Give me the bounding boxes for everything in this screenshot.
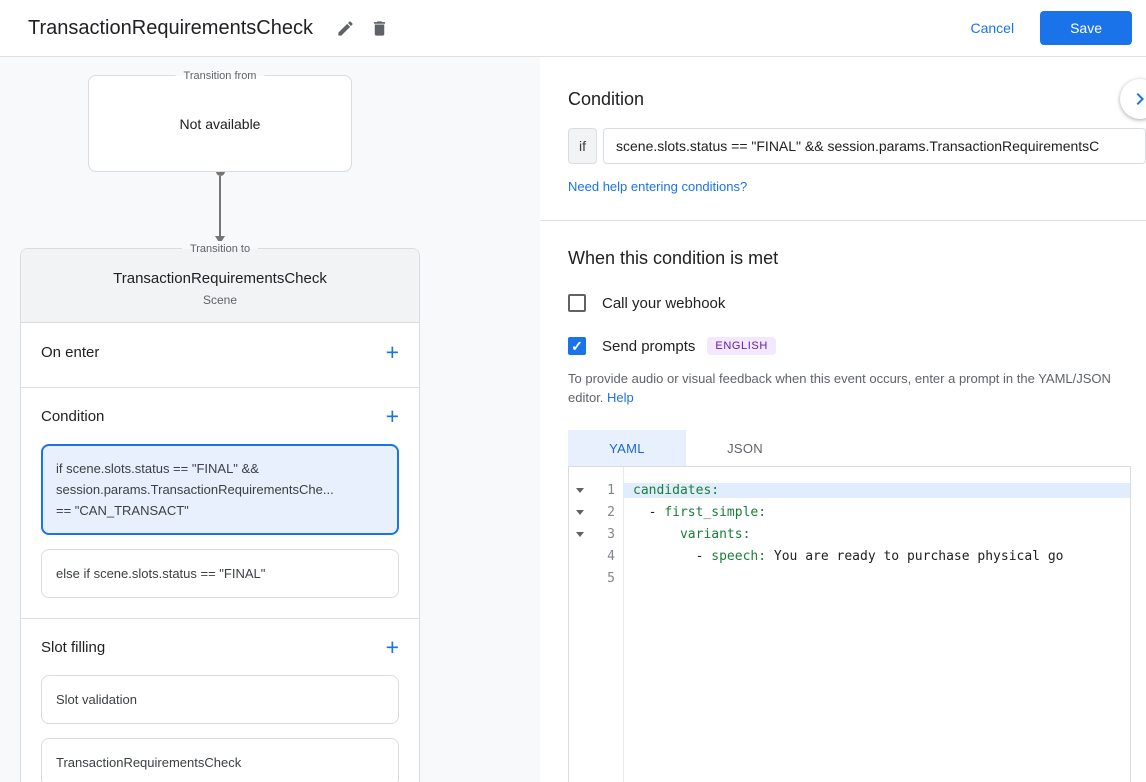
- when-met-heading: When this condition is met: [568, 248, 779, 268]
- app-root: TransactionRequirementsCheck Cancel Save…: [0, 0, 1146, 782]
- title-group: TransactionRequirementsCheck: [28, 11, 397, 45]
- editor-line[interactable]: 2 - first_simple:: [569, 501, 1130, 523]
- code-editor[interactable]: 1 candidates: 2 - first_simple: 3 variants:…: [568, 466, 1131, 782]
- line-number: 3: [607, 526, 615, 542]
- transition-arrow: [88, 167, 352, 244]
- yaml-key-token: first_simple:: [664, 504, 767, 520]
- condition-item[interactable]: else if scene.slots.status == "FINAL": [41, 549, 399, 598]
- webhook-checkbox[interactable]: [568, 294, 586, 312]
- editor-line-list: 1 candidates: 2 - first_simple: 3 variants:…: [569, 479, 1130, 589]
- transition-to-card: Transition to TransactionRequirementsChe…: [20, 241, 420, 782]
- save-button[interactable]: Save: [1040, 11, 1132, 45]
- on-enter-section: On enter +: [21, 323, 419, 388]
- editor-tabs: YAML JSON: [568, 430, 1146, 466]
- transition-from-label: Transition from: [175, 68, 265, 84]
- delete-scene-button[interactable]: [363, 11, 397, 45]
- prompt-hint-text: To provide audio or visual feedback when…: [568, 371, 1111, 405]
- edit-title-button[interactable]: [329, 11, 363, 45]
- collapse-panel-button[interactable]: [1120, 79, 1146, 119]
- chevron-right-icon: [1136, 93, 1144, 105]
- yaml-key-token: candidates:: [633, 482, 720, 498]
- code-line-content[interactable]: candidates:: [623, 482, 1130, 498]
- language-badge: ENGLISH: [707, 337, 776, 355]
- webhook-label: Call your webhook: [602, 294, 726, 312]
- conditions-help-link[interactable]: Need help entering conditions?: [568, 179, 747, 194]
- section-divider: [540, 220, 1146, 221]
- trash-icon: [374, 20, 386, 36]
- condition-expression-row: if: [568, 128, 1146, 164]
- send-prompts-label: Send prompts: [602, 337, 696, 355]
- editor-line[interactable]: 5: [569, 567, 1130, 589]
- add-slot-button[interactable]: +: [386, 635, 399, 659]
- code-line-content[interactable]: variants:: [623, 527, 1130, 542]
- scene-title: TransactionRequirementsCheck: [113, 270, 327, 287]
- condition-input[interactable]: [603, 128, 1146, 164]
- editor-line[interactable]: 3 variants:: [569, 523, 1130, 545]
- condition-item-list: if scene.slots.status == "FINAL" && sess…: [41, 444, 399, 598]
- prompt-hint: To provide audio or visual feedback when…: [568, 369, 1146, 407]
- cancel-button[interactable]: Cancel: [970, 20, 1014, 36]
- code-line-content[interactable]: - speech: You are ready to purchase phys…: [623, 549, 1130, 564]
- slot-filling-section: Slot filling + Slot validation Transactio…: [21, 619, 419, 782]
- scene-subtitle: Scene: [202, 293, 238, 307]
- condition-panel: Condition if Need help entering conditio…: [540, 57, 1146, 782]
- slot-filling-item[interactable]: TransactionRequirementsCheck: [41, 738, 399, 782]
- condition-heading: Condition: [568, 89, 645, 109]
- fold-toggle[interactable]: [569, 531, 591, 537]
- scene-graph-pane: Transition from Not available Transition…: [0, 57, 540, 782]
- fold-arrow-icon[interactable]: [576, 487, 584, 493]
- if-label: if: [568, 128, 597, 164]
- add-on-enter-button[interactable]: +: [386, 340, 399, 364]
- fold-toggle[interactable]: [569, 509, 591, 515]
- scene-card-header[interactable]: TransactionRequirementsCheck Scene: [21, 249, 419, 323]
- top-bar: TransactionRequirementsCheck Cancel Save: [0, 0, 1146, 57]
- on-enter-label: On enter: [41, 343, 100, 361]
- condition-section-label: Condition: [41, 407, 105, 425]
- slot-filling-item[interactable]: Slot validation: [41, 675, 399, 724]
- main-split: Transition from Not available Transition…: [0, 57, 1146, 782]
- line-number: 4: [607, 548, 615, 564]
- help-link[interactable]: Help: [607, 390, 634, 405]
- yaml-text-token: [633, 527, 680, 542]
- yaml-text-token: -: [633, 504, 665, 520]
- line-number: 2: [607, 504, 615, 520]
- fold-arrow-icon[interactable]: [576, 531, 584, 537]
- slot-filling-label: Slot filling: [41, 638, 106, 656]
- arrow-line: [219, 176, 221, 236]
- webhook-row[interactable]: Call your webhook: [568, 294, 1146, 312]
- fold-arrow-icon[interactable]: [576, 509, 584, 515]
- slot-item-list: Slot validation TransactionRequirementsCh…: [41, 675, 399, 782]
- fold-toggle[interactable]: [569, 487, 591, 493]
- transition-from-value: Not available: [179, 115, 261, 132]
- send-prompts-checkbox[interactable]: ✓: [568, 337, 586, 355]
- pencil-icon: [338, 20, 354, 36]
- yaml-text-token: -: [633, 548, 712, 564]
- send-prompts-row[interactable]: ✓ Send prompts ENGLISH: [568, 337, 1146, 355]
- line-number: 1: [607, 482, 615, 498]
- editor-line[interactable]: 1 candidates:: [569, 479, 1130, 501]
- yaml-text-token: You are ready to purchase physical go: [766, 548, 1064, 564]
- code-line-content[interactable]: - first_simple:: [623, 505, 1130, 520]
- transition-to-label: Transition to: [181, 241, 259, 257]
- page-title: TransactionRequirementsCheck: [28, 16, 313, 39]
- yaml-key-token: speech:: [711, 548, 767, 564]
- condition-section: Condition + if scene.slots.status == "FI…: [21, 388, 419, 619]
- condition-item[interactable]: if scene.slots.status == "FINAL" && sess…: [41, 444, 399, 535]
- editor-line[interactable]: 4 - speech: You are ready to purchase ph…: [569, 545, 1130, 567]
- yaml-key-token: variants:: [679, 526, 751, 542]
- tab-yaml[interactable]: YAML: [568, 430, 686, 466]
- transition-from-box: Transition from Not available: [88, 68, 352, 172]
- actions-group: Cancel Save: [970, 11, 1132, 45]
- tab-json[interactable]: JSON: [686, 430, 804, 466]
- line-number: 5: [607, 570, 615, 586]
- add-condition-button[interactable]: +: [386, 404, 399, 428]
